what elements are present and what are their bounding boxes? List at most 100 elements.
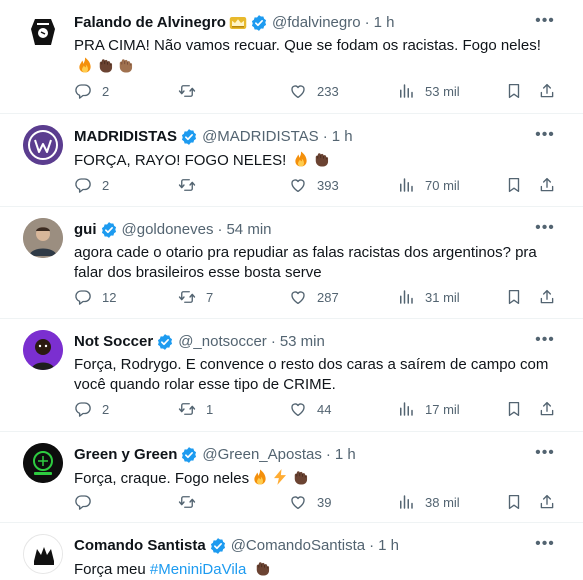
action-bar: 2 1 44 17 mil [74, 399, 559, 419]
hashtag-link[interactable]: #MeniniDaVila [150, 561, 246, 578]
verified-icon [180, 128, 198, 146]
retweet-button[interactable] [178, 175, 206, 195]
retweet-button[interactable]: 7 [178, 287, 213, 307]
tweet-header: MADRIDISTAS @MADRIDISTAS · 1 h [74, 127, 533, 147]
lightning-emoji [271, 468, 289, 486]
avatar[interactable] [23, 534, 63, 574]
author-name[interactable]: gui [74, 220, 97, 240]
bookmark-button[interactable] [505, 81, 523, 101]
reply-button[interactable] [74, 492, 102, 512]
avatar[interactable] [23, 218, 63, 258]
retweet-button[interactable]: 1 [178, 399, 213, 419]
verified-icon [209, 537, 227, 555]
reply-button[interactable]: 2 [74, 175, 109, 195]
action-bar: 2 233 53 mil [74, 81, 559, 101]
avatar[interactable] [23, 11, 63, 51]
reply-count: 2 [102, 401, 110, 417]
view-count: 70 mil [425, 177, 460, 193]
bookmark-button[interactable] [505, 175, 523, 195]
retweet-count: 1 [206, 401, 214, 417]
more-icon[interactable]: ••• [535, 11, 555, 31]
avatar[interactable] [23, 443, 63, 483]
author-handle[interactable]: @fdalvinegro [272, 13, 361, 33]
views-button[interactable]: 31 mil [397, 287, 460, 307]
more-icon[interactable]: ••• [535, 218, 555, 238]
author-name[interactable]: Comando Santista [74, 536, 206, 556]
timestamp[interactable]: 1 h [335, 445, 356, 465]
tweet[interactable]: Comando Santista @ComandoSantista · 1 h … [0, 523, 583, 580]
timestamp[interactable]: 54 min [226, 220, 271, 240]
tweet-text-block: Força meu #MeniniDaVila [74, 559, 559, 580]
more-icon[interactable]: ••• [535, 330, 555, 350]
views-icon [397, 400, 415, 418]
tweet[interactable]: gui @goldoneves · 54 min ••• agora cade … [0, 207, 583, 319]
author-name[interactable]: Not Soccer [74, 332, 153, 352]
share-button[interactable] [538, 492, 556, 512]
reply-button[interactable]: 12 [74, 287, 116, 307]
like-button[interactable]: 39 [289, 492, 331, 512]
views-button[interactable]: 70 mil [397, 175, 460, 195]
like-button[interactable]: 287 [289, 287, 339, 307]
tweet-text-block: agora cade o otario pra repudiar as fala… [74, 243, 559, 283]
like-button[interactable]: 233 [289, 81, 339, 101]
views-button[interactable]: 38 mil [397, 492, 460, 512]
bookmark-icon [505, 400, 523, 418]
fire-emoji [76, 56, 94, 74]
avatar[interactable] [23, 330, 63, 370]
timestamp[interactable]: 1 h [378, 536, 399, 556]
retweet-button[interactable] [178, 81, 206, 101]
like-count: 393 [317, 177, 339, 193]
tweet-header: Comando Santista @ComandoSantista · 1 h [74, 536, 533, 556]
view-count: 53 mil [425, 83, 460, 99]
share-button[interactable] [538, 287, 556, 307]
views-button[interactable]: 17 mil [397, 399, 460, 419]
timestamp[interactable]: 1 h [332, 127, 353, 147]
reply-button[interactable]: 2 [74, 399, 109, 419]
author-name[interactable]: Green y Green [74, 445, 177, 465]
like-count: 233 [317, 83, 339, 99]
retweet-icon [178, 400, 196, 418]
share-button[interactable] [538, 399, 556, 419]
author-handle[interactable]: @ComandoSantista [231, 536, 365, 556]
author-handle[interactable]: @MADRIDISTAS [202, 127, 319, 147]
bookmark-button[interactable] [505, 287, 523, 307]
view-count: 17 mil [425, 401, 460, 417]
bookmark-button[interactable] [505, 492, 523, 512]
share-icon [538, 288, 556, 306]
verified-icon [250, 14, 268, 32]
tweet-text: Força, craque. Fogo neles [74, 470, 250, 487]
more-icon[interactable]: ••• [535, 534, 555, 554]
timestamp[interactable]: 53 min [280, 332, 325, 352]
verified-icon [180, 446, 198, 464]
more-icon[interactable]: ••• [535, 125, 555, 145]
fist-emoji [253, 559, 271, 577]
like-icon [289, 288, 307, 306]
fist-emoji [96, 56, 114, 74]
retweet-icon [178, 288, 196, 306]
like-button[interactable]: 393 [289, 175, 339, 195]
like-button[interactable]: 44 [289, 399, 331, 419]
share-icon [538, 493, 556, 511]
tweet[interactable]: Green y Green @Green_Apostas · 1 h ••• F… [0, 432, 583, 523]
tweet-header: gui @goldoneves · 54 min [74, 220, 533, 240]
reply-button[interactable]: 2 [74, 81, 109, 101]
retweet-button[interactable] [178, 492, 206, 512]
tweet[interactable]: Not Soccer @_notsoccer · 53 min ••• Forç… [0, 319, 583, 432]
bookmark-icon [505, 288, 523, 306]
avatar[interactable] [23, 125, 63, 165]
tweet[interactable]: MADRIDISTAS @MADRIDISTAS · 1 h ••• FORÇA… [0, 114, 583, 207]
bookmark-button[interactable] [505, 399, 523, 419]
author-handle[interactable]: @_notsoccer [178, 332, 267, 352]
tweet[interactable]: Falando de Alvinegro @fdalvinegro · 1 h … [0, 0, 583, 114]
share-button[interactable] [538, 81, 556, 101]
author-handle[interactable]: @Green_Apostas [202, 445, 321, 465]
author-name[interactable]: MADRIDISTAS [74, 127, 177, 147]
more-icon[interactable]: ••• [535, 443, 555, 463]
action-bar: 12 7 287 31 mil [74, 287, 559, 307]
share-button[interactable] [538, 175, 556, 195]
author-name[interactable]: Falando de Alvinegro [74, 13, 226, 33]
timestamp[interactable]: 1 h [374, 13, 395, 33]
views-button[interactable]: 53 mil [397, 81, 460, 101]
views-icon [397, 176, 415, 194]
author-handle[interactable]: @goldoneves [122, 220, 214, 240]
